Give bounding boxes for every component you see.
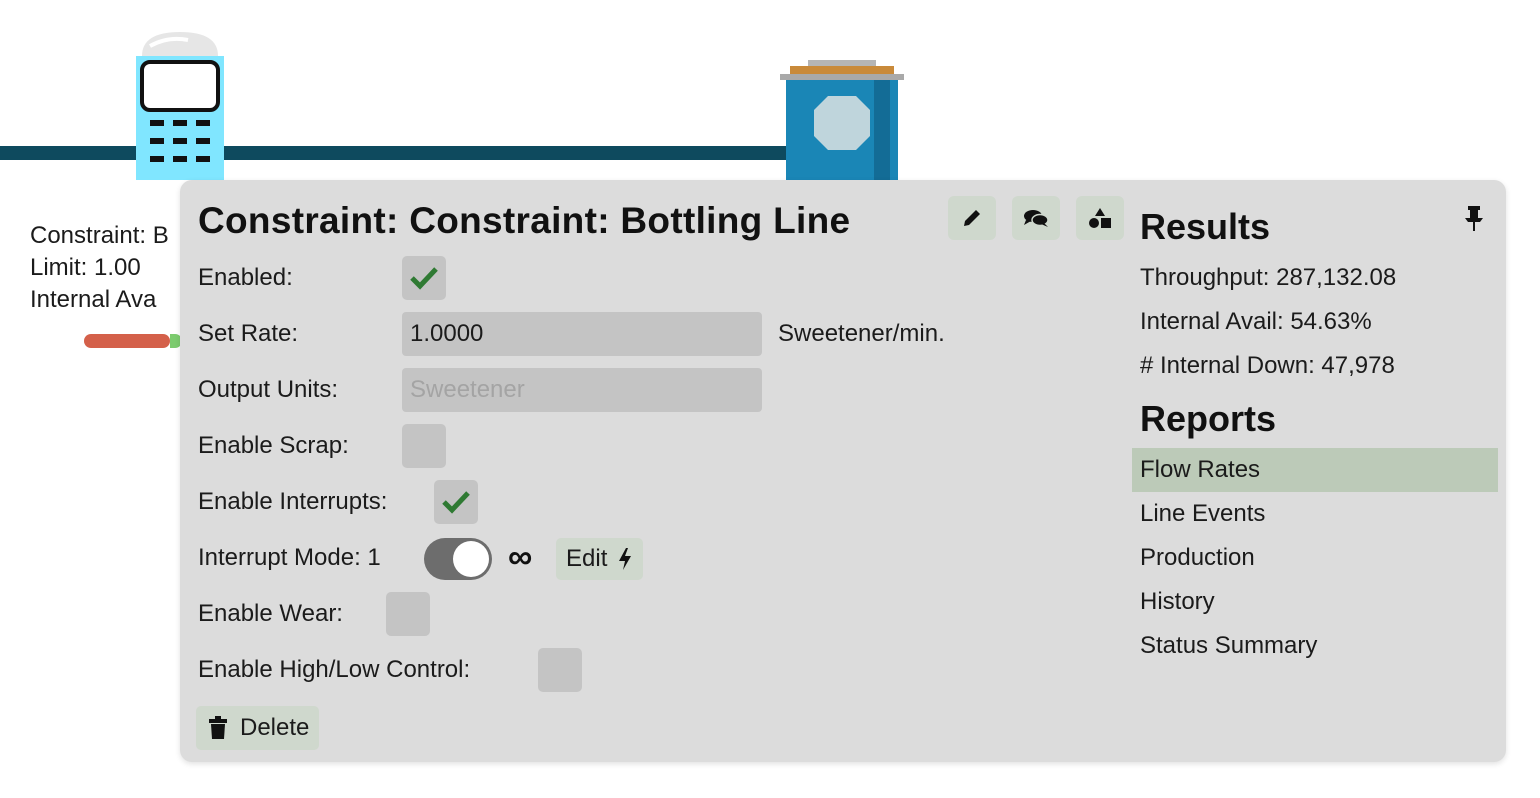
throughput-stat: Throughput: 287,132.08 (1140, 264, 1397, 291)
enable-interrupts-label: Enable Interrupts: (198, 488, 388, 515)
report-item-status-summary[interactable]: Status Summary (1132, 624, 1498, 668)
checkmark-icon (442, 491, 470, 514)
report-item-history[interactable]: History (1132, 580, 1498, 624)
results-heading: Results (1140, 206, 1271, 247)
shapes-button[interactable] (1076, 196, 1124, 240)
toggle-knob (453, 541, 489, 577)
flow-connection-line (0, 146, 800, 160)
set-rate-label: Set Rate: (198, 320, 299, 347)
interrupt-mode-toggle[interactable] (424, 538, 492, 580)
set-rate-units: Sweetener/min. (778, 320, 945, 347)
shapes-icon (1089, 208, 1111, 228)
internal-down-stat: # Internal Down: 47,978 (1140, 352, 1395, 379)
output-units-input[interactable]: Sweetener (402, 368, 762, 412)
tank-node-icon[interactable] (774, 58, 910, 186)
enable-scrap-label: Enable Scrap: (198, 432, 349, 459)
edit-name-button[interactable] (948, 196, 996, 240)
trash-icon (209, 716, 227, 739)
delete-label: Delete (240, 714, 310, 741)
interrupt-mode-label: Interrupt Mode: 1 (198, 544, 381, 571)
enable-wear-label: Enable Wear: (198, 600, 343, 627)
interrupt-edit-label: Edit (566, 545, 608, 572)
canvas-label-line-3: Internal Ava (30, 286, 157, 313)
enable-scrap-checkbox[interactable] (402, 424, 446, 468)
report-item-flow-rates[interactable]: Flow Rates (1132, 448, 1498, 492)
panel-title: Constraint: Constraint: Bottling Line (198, 200, 851, 241)
canvas-label-line-2: Limit: 1.00 (30, 254, 141, 281)
enabled-checkbox[interactable] (402, 256, 446, 300)
comments-button[interactable] (1012, 196, 1060, 240)
comments-icon (1024, 210, 1049, 227)
internal-avail-stat: Internal Avail: 54.63% (1140, 308, 1372, 335)
lightning-bolt-icon (619, 548, 632, 570)
checkmark-icon (410, 267, 438, 290)
constraint-popup-panel: Constraint: Constraint: Bottling Line En… (180, 180, 1506, 762)
enable-highlow-checkbox[interactable] (538, 648, 582, 692)
interrupt-edit-button[interactable]: Edit (556, 538, 644, 580)
infinity-label: ∞ (508, 538, 533, 576)
set-rate-input[interactable]: 1.0000 (402, 312, 762, 356)
enable-wear-checkbox[interactable] (386, 592, 430, 636)
enable-highlow-label: Enable High/Low Control: (198, 656, 471, 683)
availability-bar-down (84, 334, 170, 348)
canvas-label-line-1: Constraint: B (30, 222, 169, 249)
report-item-line-events[interactable]: Line Events (1132, 492, 1498, 536)
delete-button[interactable]: Delete (196, 706, 320, 750)
reports-heading: Reports (1140, 398, 1277, 439)
report-item-production[interactable]: Production (1132, 536, 1498, 580)
enabled-label: Enabled: (198, 264, 293, 291)
enable-interrupts-checkbox[interactable] (434, 480, 478, 524)
output-units-label: Output Units: (198, 376, 339, 403)
pin-icon[interactable] (1462, 204, 1486, 232)
pencil-icon (964, 210, 980, 226)
calculator-node-icon[interactable] (128, 28, 232, 184)
